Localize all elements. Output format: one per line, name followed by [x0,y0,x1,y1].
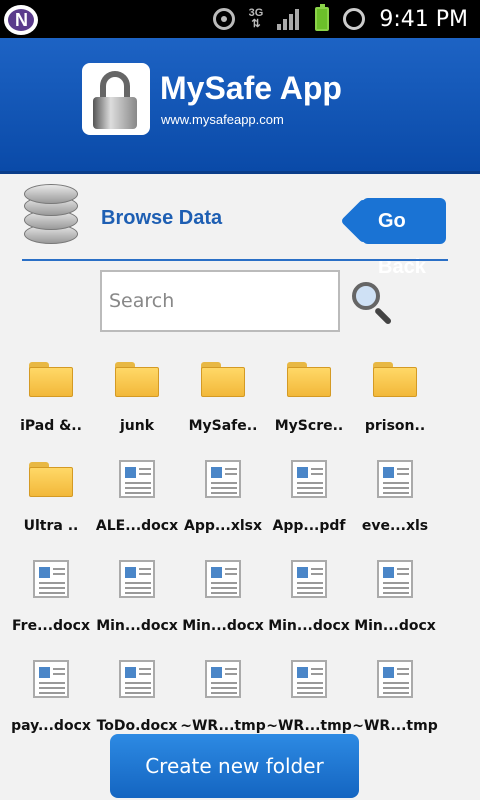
folder-icon [287,362,331,397]
file-name-label: Fre...docx [12,618,90,634]
document-icon [119,560,155,598]
file-item[interactable]: eve...xls [352,456,438,556]
folder-icon [29,362,73,397]
document-icon [205,660,241,698]
file-item[interactable]: ALE...docx [94,456,180,556]
file-name-label: Min...docx [354,618,436,634]
file-name-label: App...pdf [272,518,346,534]
folder-item[interactable]: junk [94,356,180,456]
document-icon [205,560,241,598]
file-name-label: eve...xls [361,518,429,534]
folder-icon [29,462,73,497]
network-type-icon: 3G ⇅ [248,7,264,30]
folder-item[interactable]: iPad &.. [8,356,94,456]
file-name-label: ~WR...tmp [266,718,352,734]
file-item[interactable]: Min...docx [94,556,180,656]
notification-area: N [4,5,38,35]
document-icon [119,460,155,498]
battery-icon [315,4,330,31]
file-name-label: ALE...docx [95,518,179,534]
create-folder-button[interactable]: Create new folder [110,734,359,798]
document-icon [377,460,413,498]
app-title: MySafe App [160,70,342,106]
search-input[interactable] [100,270,340,332]
gps-icon [212,8,235,30]
padlock-logo-icon [82,63,150,135]
page-title: Browse Data [101,207,223,229]
document-icon [119,660,155,698]
network-label: 3G [248,7,264,19]
file-name-label: pay...docx [11,718,91,734]
search-icon[interactable] [352,282,394,326]
file-item[interactable]: Fre...docx [8,556,94,656]
database-icon [24,184,80,248]
file-name-label: Min...docx [96,618,178,634]
app-header: MySafe App www.mysafeapp.com [0,38,480,174]
document-icon [377,660,413,698]
file-name-label: Ultra .. [23,518,79,534]
signal-strength-icon [277,8,301,30]
file-name-label: iPad &.. [20,418,82,434]
file-item[interactable]: App...pdf [266,456,352,556]
document-icon [291,560,327,598]
folder-item[interactable]: MyScre.. [266,356,352,456]
file-name-label: ~WR...tmp [180,718,266,734]
folder-icon [115,362,159,397]
document-icon [205,460,241,498]
notification-letter: N [15,10,28,30]
header-divider [22,259,448,261]
folder-item[interactable]: MySafe.. [180,356,266,456]
folder-icon [373,362,417,397]
file-item[interactable]: Min...docx [352,556,438,656]
file-name-label: ToDo.docx [96,718,178,734]
file-name-label: junk [119,418,155,434]
file-item[interactable]: pay...docx [8,656,94,756]
file-name-label: Min...docx [182,618,264,634]
document-icon [33,560,69,598]
folder-item[interactable]: Ultra .. [8,456,94,556]
document-icon [33,660,69,698]
file-name-label: Min...docx [268,618,350,634]
folder-item[interactable]: prison.. [352,356,438,456]
file-name-label: prison.. [364,418,426,434]
file-name-label: ~WR...tmp [352,718,438,734]
file-name-label: App...xlsx [183,518,263,534]
status-bar: N 3G ⇅ 9:41 PM [0,0,480,38]
alarm-clock-icon [343,8,366,30]
file-name-label: MySafe.. [188,418,258,434]
status-time: 9:41 PM [379,6,468,32]
document-icon [291,660,327,698]
file-item[interactable]: ~WR...tmp [352,656,438,756]
document-icon [377,560,413,598]
file-item[interactable]: Min...docx [180,556,266,656]
app-url: www.mysafeapp.com [161,112,284,127]
folder-icon [201,362,245,397]
document-icon [291,460,327,498]
file-item[interactable]: Min...docx [266,556,352,656]
status-icons: 3G ⇅ 9:41 PM [212,0,468,38]
file-item[interactable]: App...xlsx [180,456,266,556]
file-name-label: MyScre.. [274,418,344,434]
app-notification-icon[interactable]: N [4,5,38,35]
go-back-button[interactable]: Go Back [362,198,446,278]
